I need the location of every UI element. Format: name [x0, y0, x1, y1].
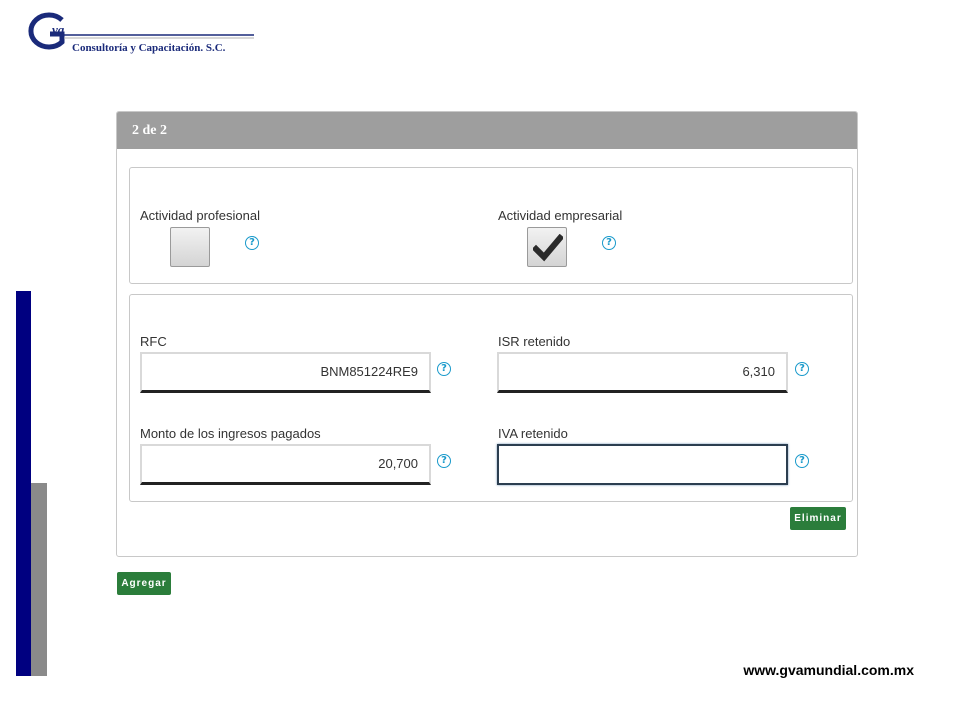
actividad-profesional-checkbox[interactable]	[170, 227, 210, 267]
fields-section: RFC BNM851224RE9 ? ISR retenido 6,310 ? …	[129, 294, 853, 502]
company-logo: va Consultoría y Capacitación. S.C.	[22, 12, 254, 56]
checkmark-icon	[533, 234, 563, 262]
rfc-label: RFC	[140, 334, 167, 349]
activity-section: Actividad profesional ? Actividad empres…	[129, 167, 853, 284]
help-icon[interactable]: ?	[602, 236, 616, 250]
help-icon[interactable]: ?	[437, 454, 451, 468]
iva-retenido-input[interactable]	[497, 444, 788, 485]
isr-retenido-input[interactable]: 6,310	[497, 352, 788, 393]
actividad-empresarial-checkbox[interactable]	[527, 227, 567, 267]
monto-ingresos-label: Monto de los ingresos pagados	[140, 426, 321, 441]
form-panel: 2 de 2 Actividad profesional ? Actividad…	[116, 111, 858, 557]
help-icon[interactable]: ?	[795, 362, 809, 376]
decorative-gray-bar	[31, 483, 47, 676]
isr-retenido-label: ISR retenido	[498, 334, 571, 349]
help-icon[interactable]: ?	[437, 362, 451, 376]
monto-ingresos-input[interactable]: 20,700	[140, 444, 431, 485]
actividad-profesional-label: Actividad profesional	[140, 208, 260, 223]
logo-monogram: va	[52, 22, 65, 37]
logo-company-name: Consultoría y Capacitación. S.C.	[72, 42, 226, 54]
help-icon[interactable]: ?	[245, 236, 259, 250]
actividad-empresarial-label: Actividad empresarial	[498, 208, 623, 223]
footer-website-link[interactable]: www.gvamundial.com.mx	[743, 662, 914, 678]
iva-retenido-label: IVA retenido	[498, 426, 568, 441]
agregar-button[interactable]: Agregar	[117, 572, 171, 595]
decorative-blue-bar	[16, 291, 31, 676]
eliminar-button[interactable]: Eliminar	[790, 507, 846, 530]
help-icon[interactable]: ?	[795, 454, 809, 468]
rfc-input[interactable]: BNM851224RE9	[140, 352, 431, 393]
panel-title: 2 de 2	[117, 112, 857, 149]
